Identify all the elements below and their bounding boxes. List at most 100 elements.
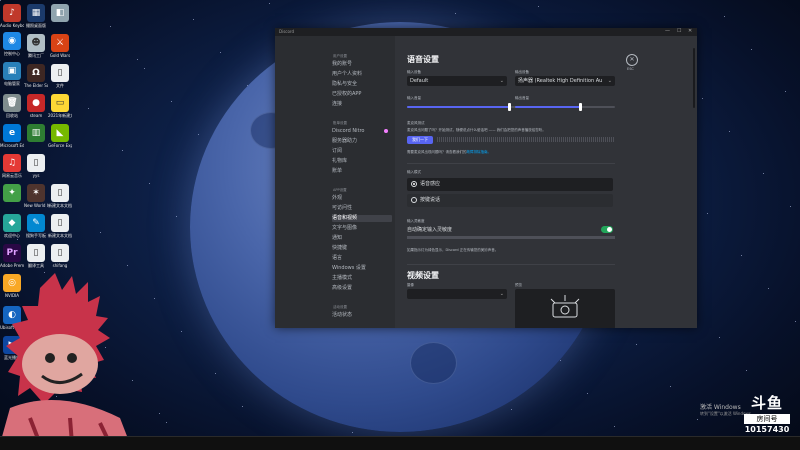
chevron-down-icon: ⌄ <box>499 78 504 84</box>
desktop-icon[interactable]: ♫ 网易云音乐 <box>0 154 24 178</box>
mic-level-meter <box>437 137 615 142</box>
sidebar-item[interactable]: 文字与图像 <box>332 225 392 232</box>
sidebar-item[interactable]: 已授权的APP <box>332 91 392 98</box>
mic-test-description: 麦克风出问题了吗？开始测试，随便说点什么傻话吧 —— 我们会把您的声音播放给您听… <box>407 128 546 132</box>
auto-sensitivity-toggle[interactable] <box>601 226 613 233</box>
voice-settings-title: 语音设置 <box>407 55 439 64</box>
star <box>729 131 730 132</box>
desktop-icon[interactable]: ✦ <box>0 184 24 203</box>
desktop-icon[interactable]: ♪Audio Keyboard <box>0 4 24 28</box>
mic-test-button[interactable]: 我们一下 <box>407 136 433 144</box>
desktop-icon[interactable]: ▥ <box>24 124 48 143</box>
desktop-icon[interactable]: eMicrosoft Edge <box>0 124 24 148</box>
sidebar-item[interactable]: 服务器助力 <box>332 138 392 145</box>
desktop-icon[interactable]: ✶New World Closed Beta <box>24 184 48 208</box>
sidebar-item[interactable]: 通知 <box>332 235 392 242</box>
close-window-button[interactable]: ✕ <box>688 28 692 34</box>
sidebar-item-nitro[interactable]: Discord Nitro <box>332 128 392 135</box>
preview-label: 预览 <box>515 283 522 287</box>
camera-select[interactable]: ⌄ <box>407 289 507 299</box>
input-mode-push-to-talk[interactable]: 按键说话 <box>407 194 613 207</box>
desktop-icon[interactable]: ▯ 新建文本文档 <box>48 184 72 208</box>
app-icon: ☻ <box>27 34 45 52</box>
chevron-down-icon: ⌄ <box>607 78 612 84</box>
scrollbar[interactable] <box>693 48 695 108</box>
close-settings-button[interactable]: ✕ <box>626 54 638 66</box>
sidebar-item[interactable]: 账单 <box>332 168 392 175</box>
output-device-select[interactable]: 扬声器 (Realtek High Definition Au ⌄ <box>515 76 615 86</box>
desktop-icon[interactable]: ◆ 欢迎中心 <box>0 214 24 238</box>
desktop-icon[interactable]: ✎ 搜狗手写板 <box>24 214 48 238</box>
output-volume-slider[interactable] <box>515 103 615 111</box>
sidebar-item[interactable]: 主播模式 <box>332 275 392 282</box>
taskbar[interactable] <box>0 436 800 450</box>
settings-content: 语音设置 ✕ ESC 输入设备 Default ⌄ 输出设备 扬声器 (Realt… <box>395 36 697 328</box>
desktop-icon[interactable]: ⚔ Gold Wars <box>48 34 72 58</box>
input-mode-voice-activity[interactable]: 语音感应 <box>407 178 613 191</box>
sidebar-item[interactable]: 订阅 <box>332 148 392 155</box>
star <box>269 3 270 4</box>
camera-label: 摄像 <box>407 283 414 287</box>
star <box>352 432 353 433</box>
sensitivity-description: 如果指示灯为绿色显示，Discord 正在传输您的美妙声音。 <box>407 248 499 252</box>
input-device-select[interactable]: Default ⌄ <box>407 76 507 86</box>
desktop-icon[interactable]: ● steam <box>24 94 48 118</box>
esc-label: ESC <box>627 67 634 71</box>
desktop-icon[interactable]: ▯ yys <box>24 154 48 178</box>
desktop-icon[interactable]: ▯ 翻译工具 <box>24 244 48 268</box>
desktop-icon[interactable]: ▣ 电脑管家 <box>0 62 24 86</box>
star <box>702 98 703 99</box>
star <box>100 232 101 233</box>
desktop-icon[interactable]: ▯新建文本文档(2) <box>48 214 72 238</box>
input-mode-label: 输入模式 <box>407 170 421 174</box>
sensitivity-label: 输入灵敏度 <box>407 219 425 223</box>
desktop-icon[interactable]: ▦ 撮照桌面版 <box>24 4 48 28</box>
minimize-button[interactable]: — <box>665 28 670 34</box>
star <box>198 134 199 135</box>
sidebar-item[interactable]: 隐私与安全 <box>332 81 392 88</box>
app-icon: ● <box>27 94 45 112</box>
discord-settings-window: Discord — ☐ ✕ 用户设置 我的账号 用户个人资料 隐私与安全 已授权… <box>275 28 697 328</box>
star <box>614 426 615 427</box>
desktop-icon[interactable]: ◧ <box>48 4 72 23</box>
sidebar-item[interactable]: 语言 <box>332 255 392 262</box>
star <box>763 173 764 174</box>
title-bar[interactable]: Discord — ☐ ✕ <box>275 28 697 36</box>
desktop-icon[interactable]: ▯ 文件 <box>48 64 72 88</box>
star <box>137 59 138 60</box>
desktop-icon[interactable]: ☻ 腾讯工厂 <box>24 34 48 58</box>
star <box>719 337 720 338</box>
desktop-icon[interactable]: 🗑 回收站 <box>0 94 24 118</box>
sidebar-item-voice-video[interactable]: 语音和视频 <box>332 215 392 222</box>
star <box>181 331 182 332</box>
desktop-icon[interactable]: ◉ 控制中心 <box>0 32 24 56</box>
star <box>560 360 561 361</box>
slider-handle[interactable] <box>508 103 512 111</box>
edge-icon: e <box>3 124 21 142</box>
sidebar-item[interactable]: 活动状态 <box>332 312 392 319</box>
file-icon: ▯ <box>51 184 69 202</box>
desktop-icon[interactable]: ▭2021年新建文件 <box>48 94 72 118</box>
sidebar-item[interactable]: 连接 <box>332 101 392 108</box>
desktop-icon[interactable]: ▯ shifang <box>48 244 72 268</box>
desktop-icon[interactable]: ◣GeForce Experience <box>48 124 72 148</box>
auto-sensitivity-label: 自动确定输入灵敏度 <box>407 227 453 233</box>
maximize-button[interactable]: ☐ <box>677 28 681 34</box>
desktop-icon[interactable]: PrAdobe Premie <box>0 244 24 268</box>
sidebar-item[interactable]: 可访问性 <box>332 205 392 212</box>
output-volume-label: 输出音量 <box>515 96 529 100</box>
troubleshoot-link[interactable]: 故障排除指南。 <box>467 150 492 154</box>
help-text: 需要麦克风出现问题吗？请查看我们的故障排除指南。 <box>407 150 492 154</box>
sidebar-item[interactable]: 快捷键 <box>332 245 392 252</box>
slider-handle[interactable] <box>579 103 582 111</box>
star <box>171 101 172 102</box>
desktop-icon[interactable]: ΩThe Elder Scrolls <box>24 64 48 88</box>
sidebar-item[interactable]: 礼物库 <box>332 158 392 165</box>
sidebar-item[interactable]: 用户个人资料 <box>332 71 392 78</box>
app-icon: ⚔ <box>51 34 69 52</box>
sidebar-item[interactable]: 外观 <box>332 195 392 202</box>
star <box>122 150 123 151</box>
sidebar-item[interactable]: 高级设置 <box>332 285 392 292</box>
sidebar-item[interactable]: 我的账号 <box>332 61 392 68</box>
sidebar-item[interactable]: Windows 设置 <box>332 265 392 272</box>
